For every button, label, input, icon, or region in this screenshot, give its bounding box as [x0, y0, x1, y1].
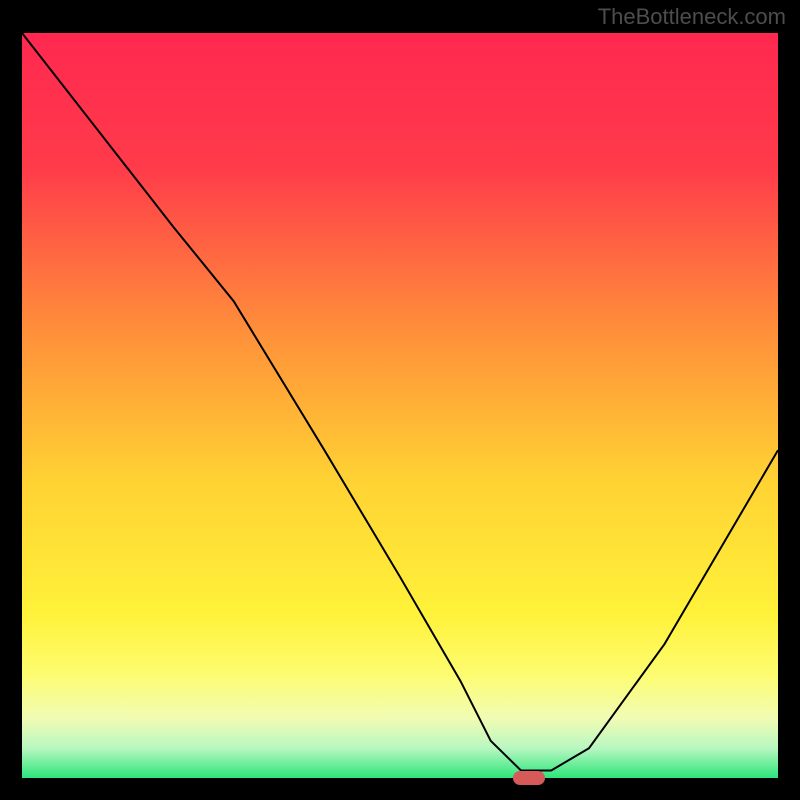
optimal-point-marker	[513, 771, 545, 785]
chart-background-gradient	[22, 33, 778, 778]
watermark-text: TheBottleneck.com	[598, 4, 786, 30]
